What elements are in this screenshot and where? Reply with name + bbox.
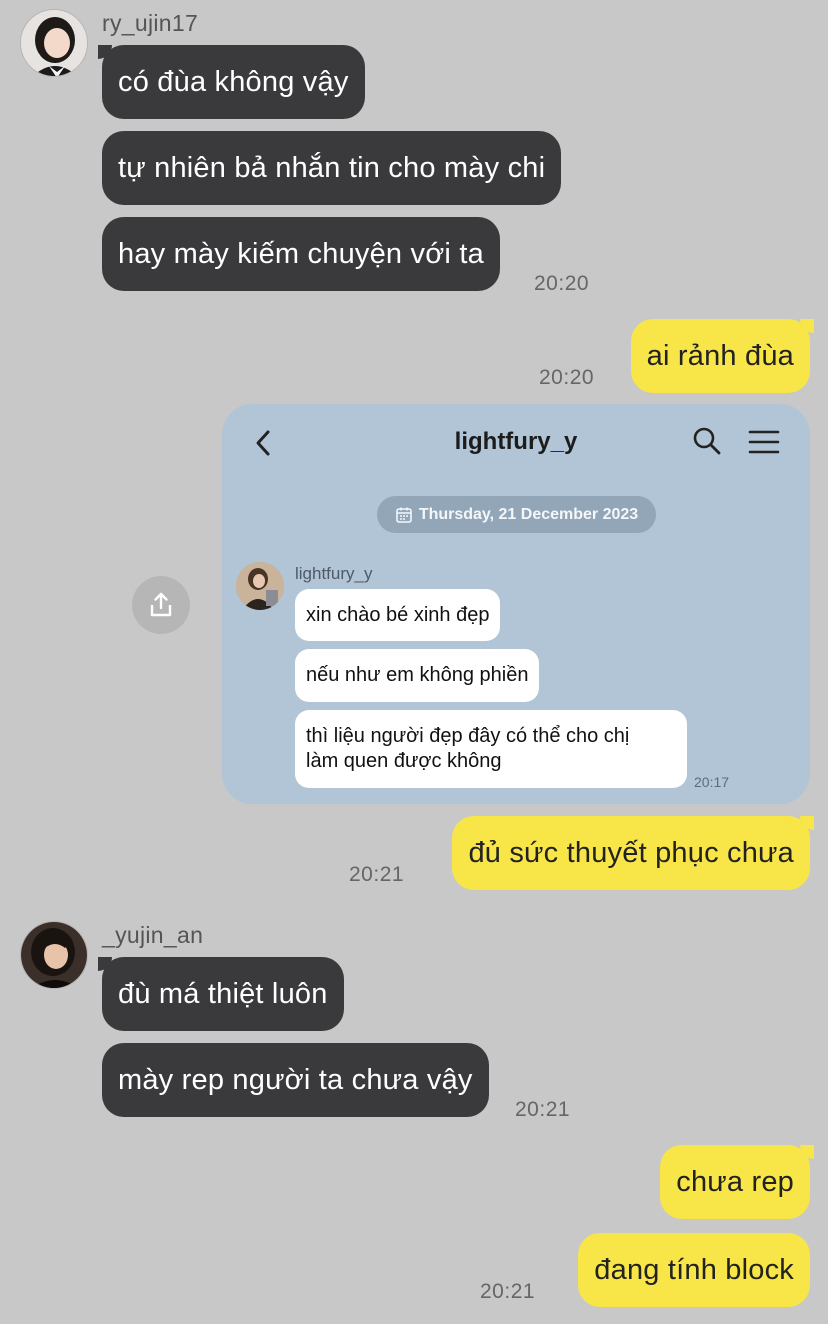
avatar-yujin-an[interactable] xyxy=(20,921,88,989)
menu-icon xyxy=(748,430,780,454)
shared-message-bubble: xin chào bé xinh đẹp xyxy=(295,589,501,641)
sender-username: ry_ujin17 xyxy=(102,10,199,36)
search-icon xyxy=(693,427,721,455)
message-time: 20:21 xyxy=(480,1280,536,1303)
share-icon xyxy=(150,592,172,617)
message-bubble[interactable]: đù má thiệt luôn xyxy=(98,957,344,1031)
profile-photo-icon xyxy=(236,562,284,610)
message-time: 20:20 xyxy=(534,272,590,295)
message-bubble[interactable]: tự nhiên bả nhắn tin cho mày chi xyxy=(102,131,562,205)
sender-username: _yujin_an xyxy=(102,922,204,948)
shared-message-line: làm quen được không xyxy=(306,750,502,772)
shared-screenshot-card[interactable]: lightfury_y Thursday, 21 December 2023 l… xyxy=(222,404,810,804)
message-bubble-outgoing[interactable]: ai rảnh đùa xyxy=(630,319,815,393)
share-button[interactable] xyxy=(132,576,190,634)
avatar-ry-ujin17[interactable] xyxy=(20,9,88,77)
shared-sender-username: lightfury_y xyxy=(295,564,373,583)
message-bubble-outgoing[interactable]: đủ sức thuyết phục chưa xyxy=(452,816,814,890)
chat-thread: ry_ujin17 có đùa không vậy tự nhiên bả n… xyxy=(0,0,828,1324)
shared-message-time: 20:17 xyxy=(694,774,730,790)
calendar-icon xyxy=(396,507,412,523)
avatar-lightfury-y xyxy=(236,562,284,610)
shared-message-bubble: thì liệu người đẹp đây có thể cho chị là… xyxy=(295,710,687,788)
profile-photo-icon xyxy=(21,922,87,988)
message-bubble-outgoing[interactable]: chưa rep xyxy=(660,1145,814,1219)
message-time: 20:21 xyxy=(349,863,405,886)
message-bubble-outgoing[interactable]: đang tính block xyxy=(578,1233,810,1307)
message-bubble[interactable]: hay mày kiếm chuyện với ta xyxy=(102,217,500,291)
profile-photo-icon xyxy=(21,10,87,76)
message-bubble[interactable]: có đùa không vậy xyxy=(98,45,365,119)
message-time: 20:20 xyxy=(539,366,595,389)
shared-message-bubble: nếu như em không phiền xyxy=(295,649,540,702)
shared-message-line: thì liệu người đẹp đây có thể cho chị xyxy=(306,725,630,747)
date-separator: Thursday, 21 December 2023 xyxy=(377,496,656,533)
message-bubble[interactable]: mày rep người ta chưa vậy xyxy=(102,1043,489,1117)
message-time: 20:21 xyxy=(515,1098,571,1121)
date-label: Thursday, 21 December 2023 xyxy=(418,505,639,523)
